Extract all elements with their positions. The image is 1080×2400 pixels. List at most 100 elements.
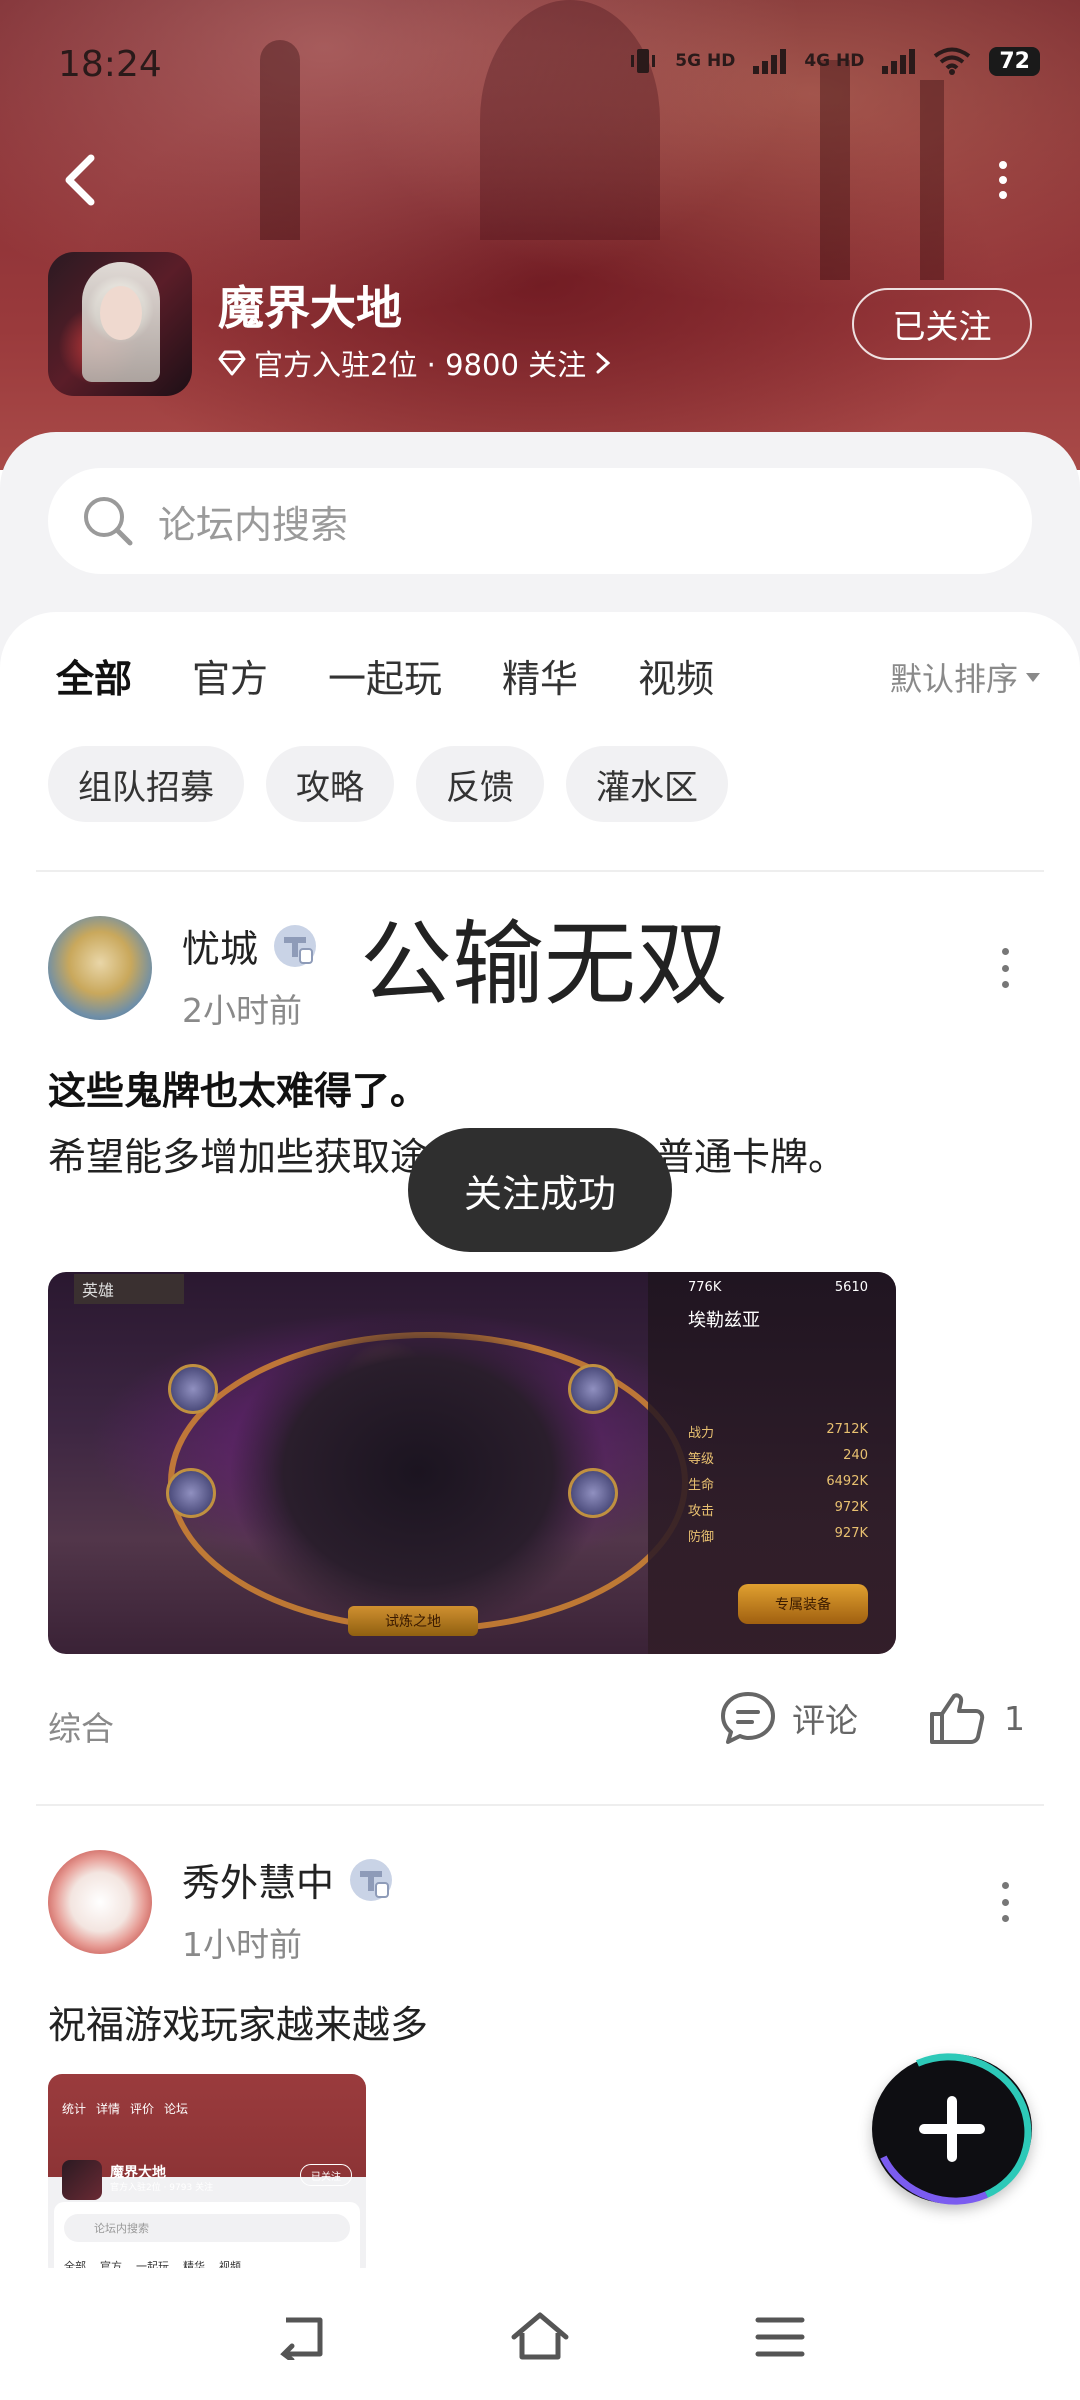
comment-icon (721, 1692, 775, 1744)
chip-chat[interactable]: 灌水区 (566, 746, 728, 822)
post-more-button[interactable] (995, 1882, 1015, 1922)
tab-play-together[interactable]: 一起玩 (328, 648, 442, 703)
nav-menu-button[interactable] (750, 2310, 810, 2364)
more-dot-icon (1001, 948, 1009, 955)
chip-feedback[interactable]: 反馈 (416, 746, 544, 822)
more-dot-icon (1001, 1898, 1009, 1906)
image-hero-header: 英雄 (74, 1274, 184, 1304)
image-stat-life: 生命 6492K (688, 1474, 868, 1494)
create-post-button[interactable] (851, 2031, 1053, 2227)
more-options-button[interactable] (985, 150, 1021, 210)
followed-button[interactable]: 已关注 (852, 288, 1032, 360)
more-dot-icon (1001, 964, 1009, 972)
nav-back-button[interactable] (270, 2310, 330, 2364)
stat-label: 生命 (688, 1478, 715, 1493)
game-avatar[interactable] (48, 252, 192, 396)
post-title[interactable]: 祝福游戏玩家越来越多 (48, 1994, 428, 2049)
like-count: 1 (1004, 1698, 1025, 1738)
comment-label: 评论 (792, 1701, 858, 1740)
image-hero-name-text: 埃勒兹亚 (688, 1310, 760, 1331)
image-nav-item: 统计 (62, 2102, 87, 2116)
back-button[interactable] (50, 150, 110, 210)
post-image[interactable]: 英雄 776K 5610 埃勒兹亚 战力 2712K 等级 240 生命 6492K … (48, 1272, 896, 1654)
menu-icon (755, 2317, 805, 2357)
more-dot-icon (999, 191, 1007, 199)
image-nav-item: 详情 (96, 2102, 121, 2116)
stat-value: 927K (834, 1526, 868, 1541)
level-badge-icon (274, 924, 317, 967)
wifi-icon (934, 47, 971, 75)
caret-down-icon (1026, 672, 1040, 682)
more-dot-icon (1001, 981, 1009, 988)
search-icon (84, 497, 133, 546)
chip-guide[interactable]: 攻略 (266, 746, 394, 822)
post-more-button[interactable] (995, 948, 1015, 988)
search-input[interactable]: 论坛内搜索 (48, 468, 1032, 574)
status-icons: 5G HD 4G HD 72 (629, 46, 1040, 76)
image-currency-row: 776K 5610 (688, 1280, 868, 1300)
image-art (228, 1312, 608, 1632)
stat-value: 972K (834, 1500, 868, 1515)
post-time: 1小时前 (182, 1925, 302, 1964)
stat-label: 防御 (688, 1530, 715, 1545)
more-dot-icon (999, 176, 1007, 184)
author-name: 忧城 (182, 927, 259, 971)
image-follow-label: 已关注 (300, 2164, 352, 2186)
stat-label: 攻击 (688, 1504, 715, 1519)
image-game-avatar (62, 2160, 102, 2200)
skill-icon (568, 1364, 618, 1414)
network1-label: 5G HD (675, 50, 736, 71)
post-category[interactable]: 综合 (48, 1702, 114, 1750)
image-game-name: 魔界大地 (110, 2165, 166, 2181)
signal2-icon (882, 48, 916, 74)
post-author[interactable]: 忧城 (182, 918, 318, 973)
game-meta[interactable]: 官方入驻2位 · 9800 关注 (218, 342, 612, 384)
author-name: 秀外慧中 (182, 1861, 335, 1905)
vibrate-icon (631, 49, 656, 73)
post-title[interactable]: 这些鬼牌也太难得了。 (48, 1060, 428, 1115)
status-time: 18:24 (58, 44, 162, 85)
post-author[interactable]: 秀外慧中 (182, 1852, 394, 1907)
signal1-icon (753, 48, 787, 74)
image-game-meta: 官方入驻2位 · 9793 关注 (110, 2183, 214, 2193)
game-meta-text: 官方入驻2位 · 9800 关注 (254, 348, 587, 382)
toast-message: 关注成功 (408, 1128, 672, 1252)
tab-official[interactable]: 官方 (192, 648, 268, 703)
image-stat-attack: 攻击 972K (688, 1500, 868, 1520)
chip-team-recruit[interactable]: 组队招募 (48, 746, 244, 822)
stat-value: 6492K (826, 1474, 868, 1489)
thumbs-up-icon (930, 1693, 985, 1744)
status-bar: 18:24 5G HD 4G HD 72 (0, 0, 1080, 130)
skill-icon (568, 1468, 618, 1518)
image-gold: 776K (688, 1280, 722, 1295)
image-stat-defense: 防御 927K (688, 1526, 868, 1546)
post-author-avatar[interactable] (48, 916, 152, 1020)
image-hero-name: 埃勒兹亚 (688, 1306, 868, 1331)
chevron-left-icon (65, 154, 95, 206)
skill-icon (166, 1468, 216, 1518)
divider (36, 870, 1044, 872)
skill-icon (168, 1364, 218, 1414)
sort-dropdown[interactable]: 默认排序 (890, 654, 1040, 700)
post-image[interactable]: 统计 详情 评价 论坛 魔界大地 官方入驻2位 · 9793 关注 已关注 论坛… (48, 2074, 366, 2280)
avatar-art (100, 286, 142, 340)
more-dot-icon (1001, 1915, 1009, 1922)
image-stat-level: 等级 240 (688, 1448, 868, 1468)
divider (36, 1804, 1044, 1806)
image-equip-button: 专属装备 (738, 1584, 868, 1624)
comment-button[interactable]: 评论 (718, 1690, 858, 1746)
tab-all[interactable]: 全部 (56, 648, 132, 707)
post-author-avatar[interactable] (48, 1850, 152, 1954)
level-badge-icon (350, 1858, 393, 1901)
tab-video[interactable]: 视频 (638, 648, 714, 703)
nav-home-button[interactable] (510, 2310, 570, 2364)
stat-label: 战力 (688, 1426, 715, 1441)
category-chips: 组队招募 攻略 反馈 灌水区 (48, 746, 728, 822)
more-dot-icon (999, 161, 1007, 169)
battery-indicator: 72 (989, 46, 1040, 76)
game-title: 魔界大地 (218, 281, 402, 335)
like-button[interactable]: 1 (928, 1690, 1025, 1746)
overlay-headline: 公输无双 (360, 911, 729, 1018)
sort-label: 默认排序 (889, 660, 1018, 698)
tab-featured[interactable]: 精华 (502, 648, 578, 703)
